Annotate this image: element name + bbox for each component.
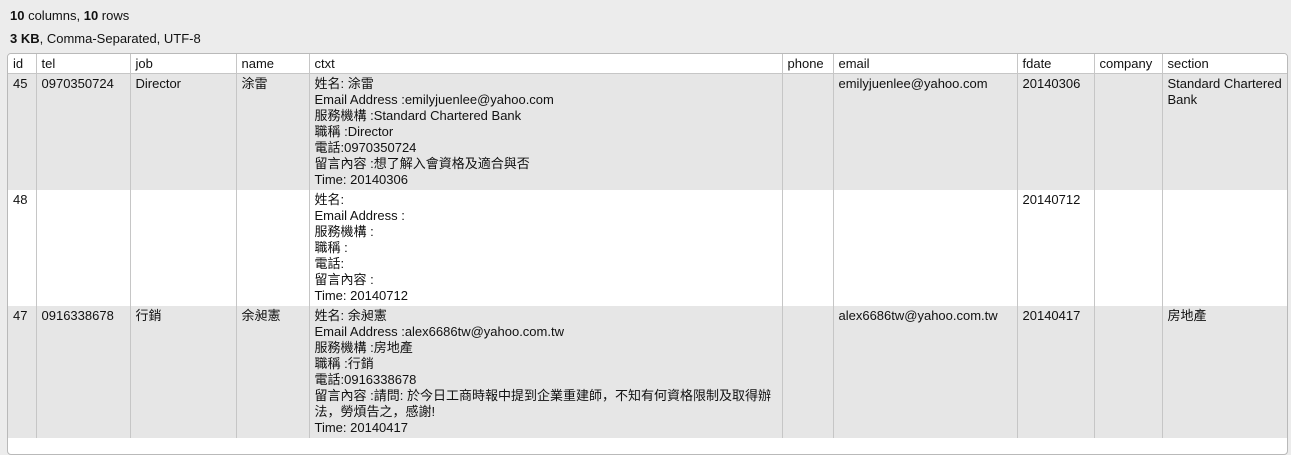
column-header-email[interactable]: email — [833, 54, 1018, 74]
cell-company — [1094, 73, 1163, 190]
column-header-name[interactable]: name — [236, 54, 310, 74]
cell-phone — [782, 306, 834, 438]
table-row[interactable]: 48 姓名: Email Address : 服務機構 : 職稱 : 電話: 留… — [8, 190, 1287, 306]
cell-job: 行銷 — [130, 306, 237, 438]
cell-job: Director — [130, 73, 237, 190]
table-row[interactable]: 45 0970350724 Director 涂雷 姓名: 涂雷 Email A… — [8, 73, 1287, 190]
ctxt-line: 姓名: — [314, 192, 345, 207]
csv-table: id tel job name ctxt phone email fdate c… — [8, 54, 1287, 438]
ctxt-line: 姓名: 余昶憲 — [314, 308, 387, 323]
columns-rows-summary: 10 columns, 10 rows — [10, 8, 129, 23]
cell-name — [236, 190, 310, 306]
cell-ctxt: 姓名: 余昶憲 Email Address :alex6686tw@yahoo.… — [309, 306, 783, 438]
columns-label: columns, — [24, 8, 84, 23]
cell-id: 47 — [8, 306, 37, 438]
column-header-tel[interactable]: tel — [36, 54, 131, 74]
cell-tel: 0970350724 — [36, 73, 131, 190]
cell-name: 余昶憲 — [236, 306, 310, 438]
cell-section: Standard Chartered Bank — [1162, 73, 1287, 190]
cell-phone — [782, 73, 834, 190]
cell-id: 45 — [8, 73, 37, 190]
cell-tel — [36, 190, 131, 306]
cell-job — [130, 190, 237, 306]
ctxt-line: Email Address :alex6686tw@yahoo.com.tw — [314, 324, 564, 339]
cell-name: 涂雷 — [236, 73, 310, 190]
cell-phone — [782, 190, 834, 306]
column-header-section[interactable]: section — [1162, 54, 1287, 74]
cell-fdate: 20140417 — [1017, 306, 1095, 438]
ctxt-line: Time: 20140712 — [314, 288, 408, 303]
ctxt-line: 留言內容 :請問: 於今日工商時報中提到企業重建師，不知有何資格限制及取得辦法，… — [314, 388, 771, 419]
cell-tel: 0916338678 — [36, 306, 131, 438]
ctxt-line: 電話: — [314, 256, 345, 271]
table-row[interactable]: 47 0916338678 行銷 余昶憲 姓名: 余昶憲 Email Addre… — [8, 306, 1287, 438]
cell-section: 房地產 — [1162, 306, 1287, 438]
table-header-row: id tel job name ctxt phone email fdate c… — [8, 54, 1287, 74]
cell-email — [833, 190, 1018, 306]
ctxt-line: 留言內容 :想了解入會資格及適合與否 — [314, 156, 530, 171]
rows-count: 10 — [83, 8, 99, 23]
ctxt-line: Time: 20140417 — [314, 420, 408, 435]
cell-fdate: 20140712 — [1017, 190, 1095, 306]
ctxt-line: 職稱 :行銷 — [314, 356, 374, 371]
column-header-id[interactable]: id — [8, 54, 37, 74]
ctxt-line: 職稱 : — [314, 240, 348, 255]
ctxt-line: 服務機構 : — [314, 224, 374, 239]
ctxt-line: 留言內容 : — [314, 272, 374, 287]
ctxt-line: 職稱 :Director — [314, 124, 394, 139]
cell-email: emilyjuenlee@yahoo.com — [833, 73, 1018, 190]
cell-company — [1094, 306, 1163, 438]
ctxt-line: Email Address :emilyjuenlee@yahoo.com — [314, 92, 554, 107]
ctxt-line: Email Address : — [314, 208, 405, 223]
file-format: , Comma-Separated, UTF-8 — [39, 31, 201, 46]
cell-id: 48 — [8, 190, 37, 306]
cell-ctxt: 姓名: Email Address : 服務機構 : 職稱 : 電話: 留言內容… — [309, 190, 783, 306]
csv-table-container[interactable]: id tel job name ctxt phone email fdate c… — [7, 53, 1288, 455]
ctxt-line: Time: 20140306 — [314, 172, 408, 187]
file-format-summary: 3 KB, Comma-Separated, UTF-8 — [10, 31, 201, 46]
ctxt-line: 服務機構 :Standard Chartered Bank — [314, 108, 522, 123]
cell-section — [1162, 190, 1287, 306]
cell-email: alex6686tw@yahoo.com.tw — [833, 306, 1018, 438]
column-header-fdate[interactable]: fdate — [1017, 54, 1095, 74]
file-size: 3 KB — [10, 31, 40, 46]
column-header-job[interactable]: job — [130, 54, 237, 74]
ctxt-line: 姓名: 涂雷 — [314, 76, 374, 91]
cell-fdate: 20140306 — [1017, 73, 1095, 190]
ctxt-line: 電話:0970350724 — [314, 140, 417, 155]
columns-count: 10 — [10, 8, 25, 23]
column-header-ctxt[interactable]: ctxt — [309, 54, 783, 74]
ctxt-line: 電話:0916338678 — [314, 372, 417, 387]
rows-label: rows — [98, 8, 130, 23]
cell-company — [1094, 190, 1163, 306]
ctxt-line: 服務機構 :房地產 — [314, 340, 413, 355]
cell-ctxt: 姓名: 涂雷 Email Address :emilyjuenlee@yahoo… — [309, 73, 783, 190]
column-header-company[interactable]: company — [1094, 54, 1163, 74]
column-header-phone[interactable]: phone — [782, 54, 834, 74]
